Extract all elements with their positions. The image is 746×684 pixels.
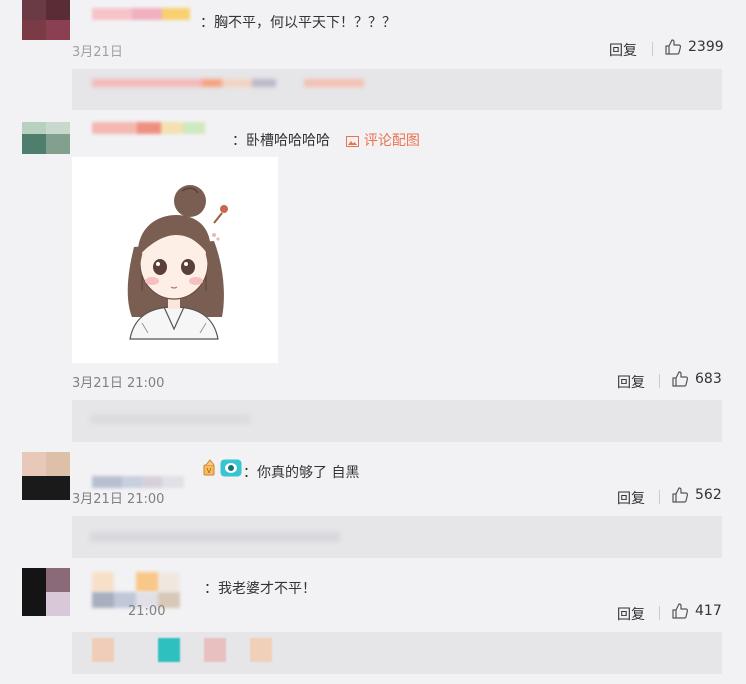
chibi-girl-illustration [127, 185, 228, 340]
image-icon [346, 135, 360, 147]
username[interactable] [92, 476, 184, 488]
comment-time: 3月21日 [72, 45, 123, 60]
sub-replies [72, 516, 722, 558]
reply-button[interactable]: 回复 [609, 40, 637, 60]
sub-replies [72, 69, 722, 110]
like-button[interactable]: 417 [671, 602, 722, 620]
comment-time: 3月21日 21:00 [72, 492, 165, 507]
like-count: 683 [695, 371, 722, 387]
comment-text: ：卧槽哈哈哈哈 评论配图 [232, 133, 420, 149]
thumbs-up-icon [672, 603, 689, 619]
reply-button[interactable]: 回复 [617, 488, 645, 508]
comment-text: ：你真的够了 自黑 [243, 465, 360, 481]
reply-button[interactable]: 回复 [617, 372, 645, 392]
eye-emoji-icon [220, 459, 242, 477]
comment-image[interactable] [72, 157, 278, 363]
username[interactable] [92, 122, 205, 134]
like-button[interactable]: 683 [671, 370, 722, 388]
badge-icon: V [203, 459, 215, 476]
username[interactable] [92, 572, 180, 592]
divider [652, 42, 653, 56]
like-button[interactable]: 2399 [664, 38, 724, 56]
reply-button[interactable]: 回复 [617, 604, 645, 624]
divider [659, 374, 660, 388]
comment-time: 21:00 [128, 604, 166, 619]
like-count: 417 [695, 603, 722, 619]
avatar[interactable] [22, 0, 70, 40]
like-count: 2399 [688, 39, 724, 55]
svg-text:V: V [207, 467, 212, 475]
divider [659, 606, 660, 620]
thumbs-up-icon [672, 487, 689, 503]
thumbs-up-icon [665, 39, 682, 55]
username[interactable] [92, 8, 190, 20]
sub-replies [72, 400, 722, 442]
avatar[interactable] [22, 122, 70, 154]
sub-replies [72, 632, 722, 674]
comment-time: 3月21日 21:00 [72, 376, 165, 391]
like-count: 562 [695, 487, 722, 503]
thumbs-up-icon [672, 371, 689, 387]
avatar[interactable] [22, 568, 70, 616]
comment-text: ：我老婆才不平！ [204, 581, 316, 597]
comment-text: ：胸不平，何以平天下！？？？ [200, 15, 396, 31]
like-button[interactable]: 562 [671, 486, 722, 504]
divider [659, 490, 660, 504]
avatar[interactable] [22, 452, 70, 500]
comment-image-link[interactable]: 评论配图 [346, 133, 420, 149]
